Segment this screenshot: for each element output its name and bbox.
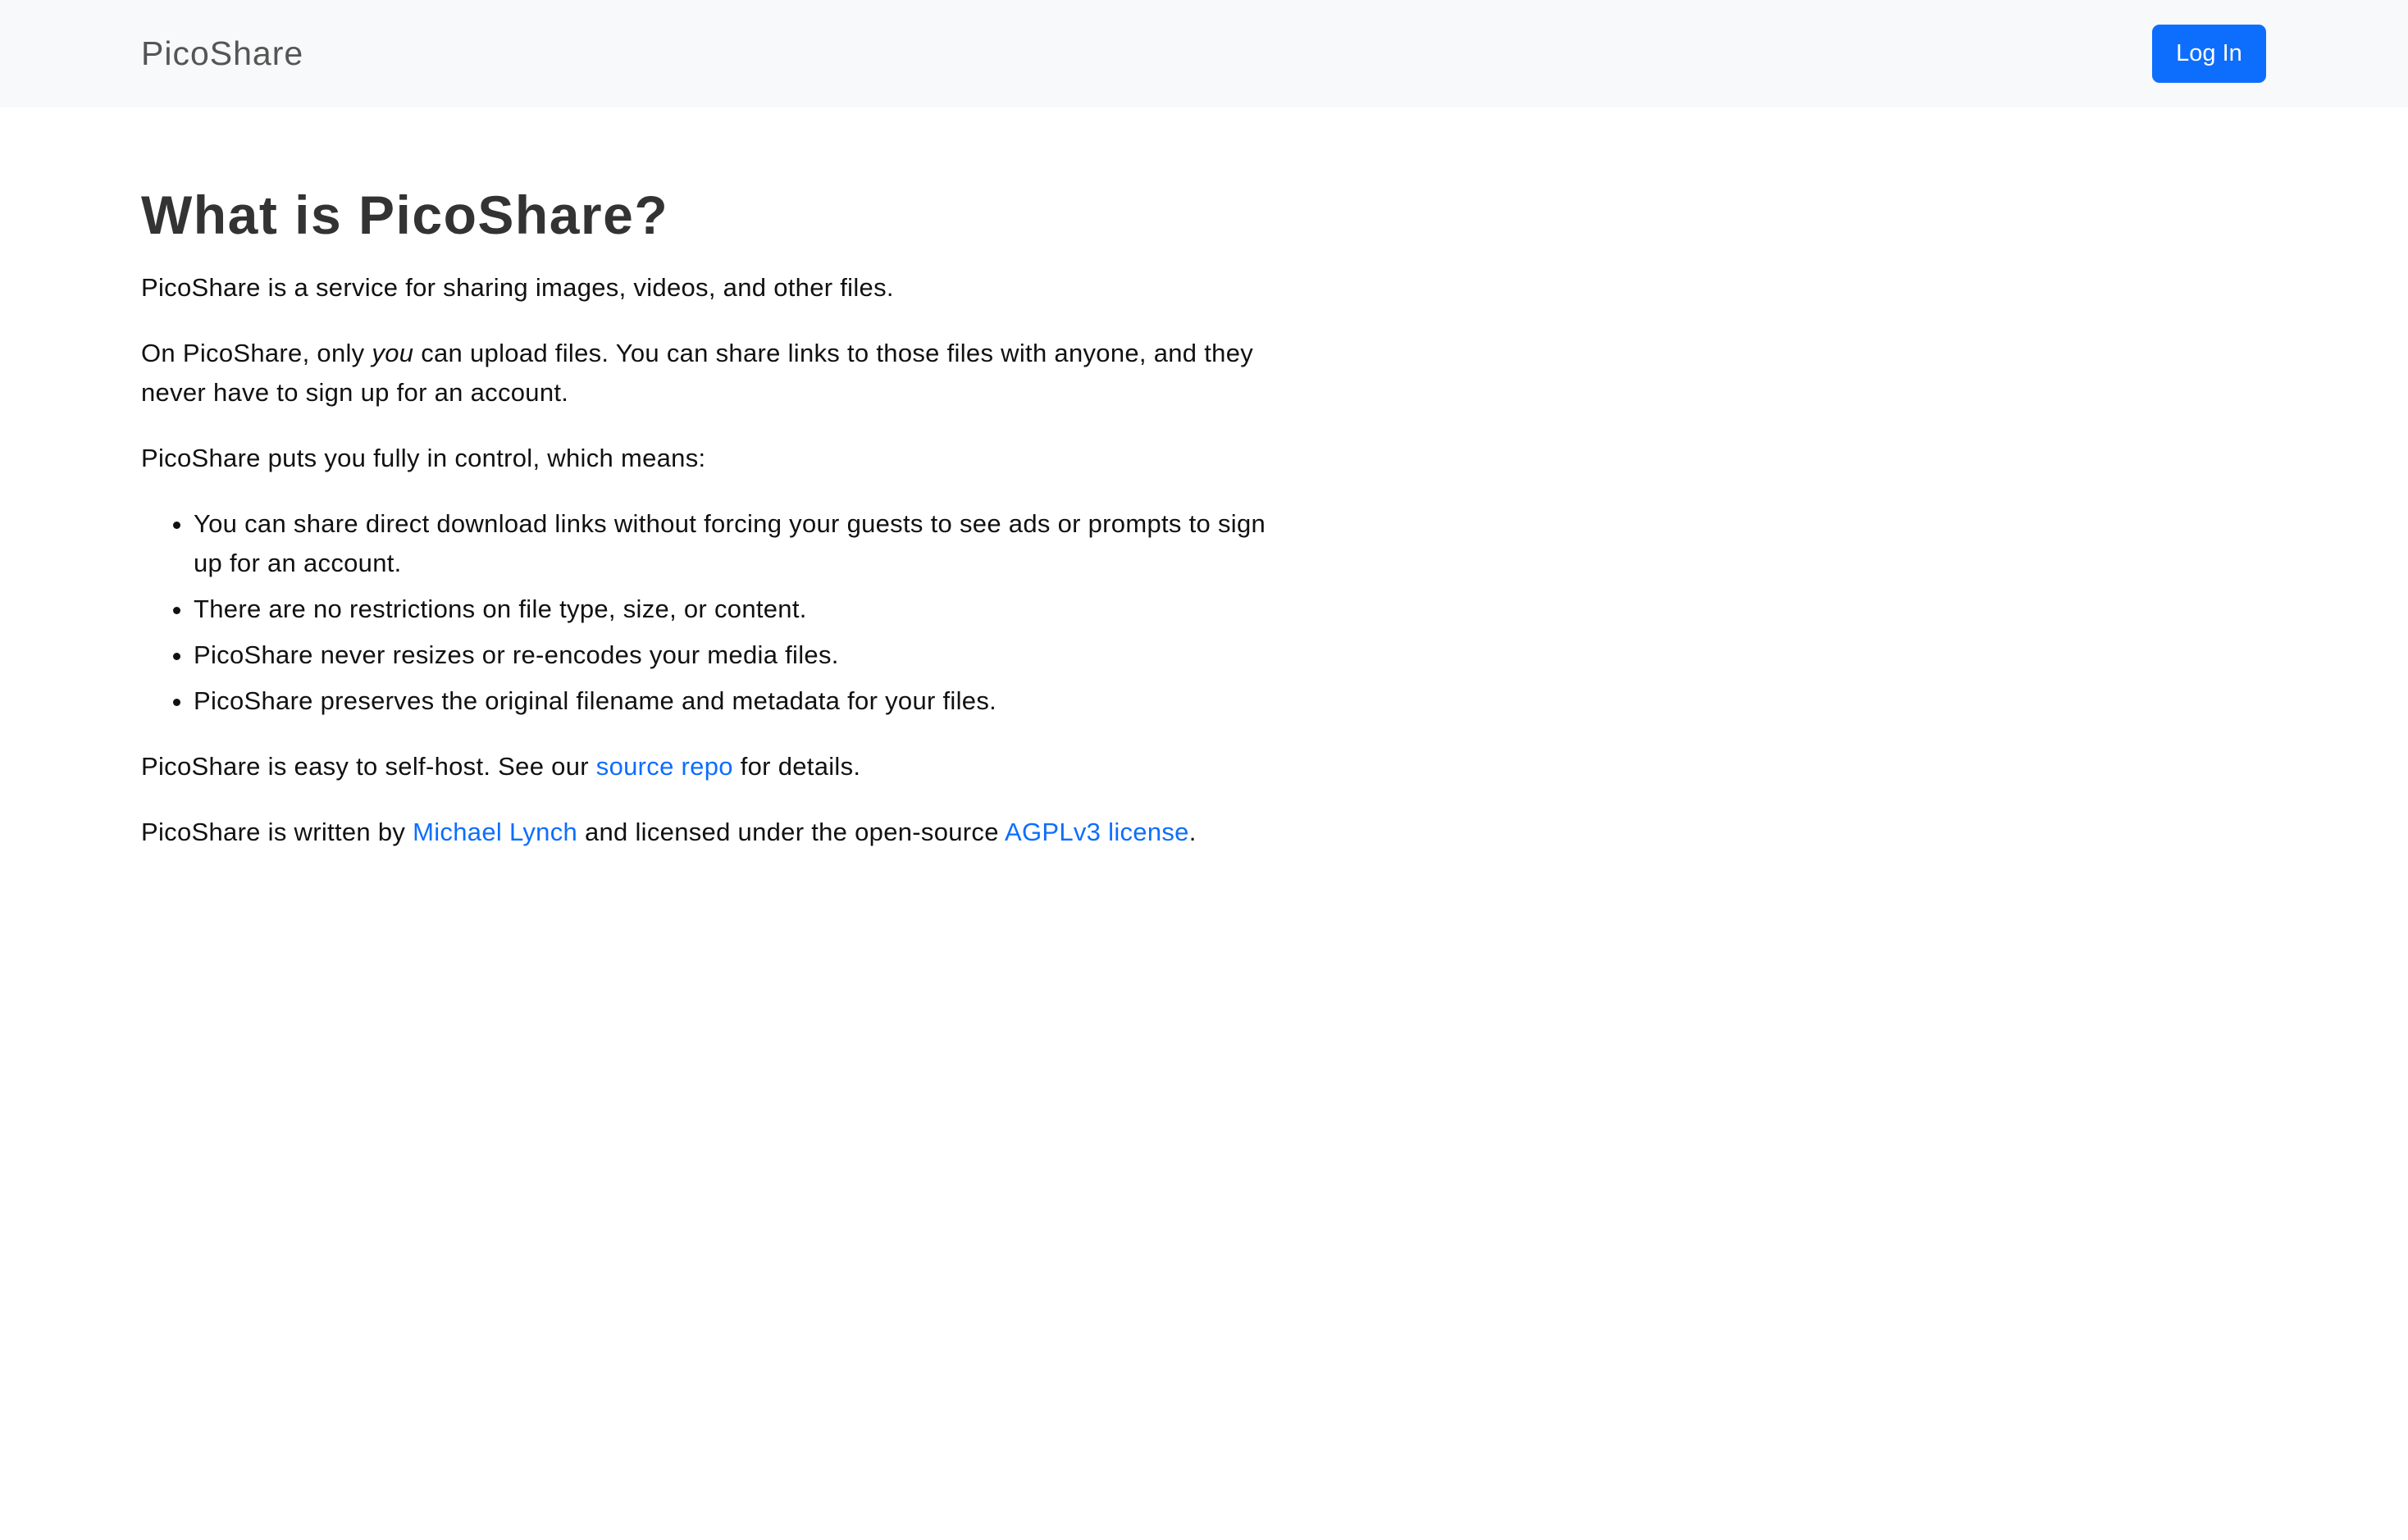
main-content: What is PicoShare? PicoShare is a servic…: [141, 177, 1289, 878]
selfhost-paragraph: PicoShare is easy to self-host. See our …: [141, 747, 1289, 786]
list-item: There are no restrictions on file type, …: [194, 590, 1289, 629]
page-title: What is PicoShare?: [141, 185, 669, 245]
credits-text-after: .: [1188, 818, 1197, 846]
upload-emphasis: you: [372, 339, 414, 367]
source-repo-link[interactable]: source repo: [596, 752, 733, 781]
selfhost-text-before: PicoShare is easy to self-host. See our: [141, 752, 596, 781]
credits-paragraph: PicoShare is written by Michael Lynch an…: [141, 813, 1289, 852]
brand-logo[interactable]: PicoShare: [141, 33, 303, 74]
author-link[interactable]: Michael Lynch: [413, 818, 577, 846]
intro-paragraph: PicoShare is a service for sharing image…: [141, 273, 894, 302]
credits-text-middle: and licensed under the open-source: [577, 818, 1005, 846]
upload-text-before: On PicoShare, only: [141, 339, 372, 367]
list-item: PicoShare never resizes or re-encodes yo…: [194, 636, 1289, 675]
credits-text-before: PicoShare is written by: [141, 818, 413, 846]
control-paragraph: PicoShare puts you fully in control, whi…: [141, 444, 706, 472]
selfhost-text-after: for details.: [732, 752, 861, 781]
list-item: PicoShare preserves the original filenam…: [194, 681, 1289, 721]
upload-paragraph: On PicoShare, only you can upload files.…: [141, 334, 1289, 412]
license-link[interactable]: AGPLv3 license: [1005, 818, 1189, 846]
list-item: You can share direct download links with…: [194, 504, 1289, 583]
features-list: You can share direct download links with…: [141, 504, 1289, 721]
login-button[interactable]: Log In: [2152, 25, 2266, 83]
navbar: PicoShare Log In: [0, 0, 2408, 107]
